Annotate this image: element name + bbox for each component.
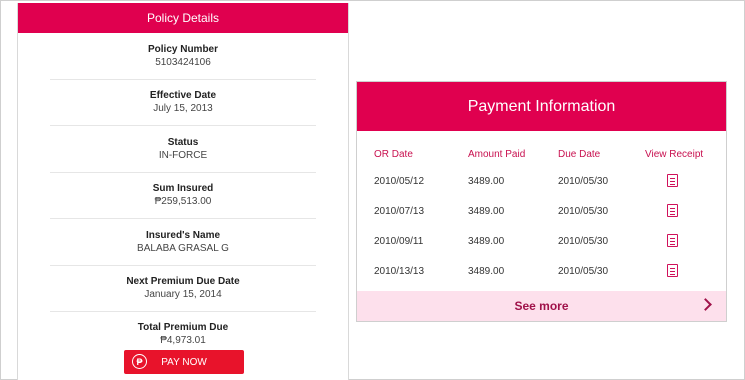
field-value: IN-FORCE (158, 149, 208, 161)
see-more-label: See more (514, 299, 569, 313)
or-date-cell: 2010/07/13 (374, 206, 425, 217)
next-premium-due-date-field: Next Premium Due Date January 15, 2014 (50, 266, 316, 312)
insured-name-field: Insured's Name BALABA GRASAL G (50, 219, 316, 266)
field-label: Total Premium Due (137, 322, 229, 333)
field-value: July 15, 2013 (153, 103, 213, 115)
payment-information-title: Payment Information (467, 97, 616, 115)
pay-now-button[interactable]: ₱ PAY NOW (124, 350, 244, 374)
field-value: 5103424106 (155, 56, 211, 68)
effective-date-field: Effective Date July 15, 2013 (50, 80, 316, 126)
receipt-icon[interactable] (667, 174, 678, 187)
or-date-cell: 2010/13/13 (374, 266, 425, 277)
field-value: January 15, 2014 (144, 289, 222, 301)
chevron-right-icon (699, 298, 712, 311)
receipt-icon[interactable] (667, 264, 678, 277)
pay-now-label: PAY NOW (161, 356, 207, 368)
column-header-view-receipt: View Receipt (645, 149, 704, 160)
policy-details-header: Policy Details (18, 3, 348, 33)
payment-information-card: Payment Information OR Date Amount Paid … (356, 81, 727, 322)
amount-paid-cell: 3489.00 (468, 206, 505, 217)
field-label: Next Premium Due Date (126, 276, 240, 288)
receipt-icon[interactable] (667, 204, 678, 217)
amount-paid-cell: 3489.00 (468, 266, 505, 277)
column-header-due-date: Due Date (558, 149, 601, 160)
due-date-cell: 2010/05/30 (558, 236, 609, 247)
sum-insured-field: Sum Insured ₱259,513.00 (50, 173, 316, 219)
column-header-or-date: OR Date (374, 149, 413, 160)
field-label: Effective Date (149, 90, 217, 102)
receipt-icon[interactable] (667, 234, 678, 247)
peso-icon: ₱ (132, 354, 147, 369)
status-field: Status IN-FORCE (50, 126, 316, 173)
due-date-cell: 2010/05/30 (558, 266, 609, 277)
field-label: Sum Insured (152, 183, 214, 195)
policy-details-panel: Policy Details Policy Number 5103424106 … (17, 3, 349, 380)
due-date-cell: 2010/05/30 (558, 176, 609, 187)
payment-information-header: Payment Information (357, 82, 726, 131)
or-date-cell: 2010/05/12 (374, 176, 425, 187)
field-label: Policy Number (147, 43, 219, 55)
or-date-cell: 2010/09/11 (374, 236, 424, 247)
policy-number-field: Policy Number 5103424106 (50, 33, 316, 80)
field-label: Status (167, 136, 199, 148)
field-value: ₱4,973.01 (160, 335, 206, 346)
field-label: Insured's Name (145, 229, 221, 241)
policy-details-title: Policy Details (146, 11, 220, 25)
field-value: BALABA GRASAL G (137, 242, 229, 254)
field-value: ₱259,513.00 (154, 196, 212, 208)
due-date-cell: 2010/05/30 (558, 206, 609, 217)
amount-paid-cell: 3489.00 (468, 176, 505, 187)
amount-paid-cell: 3489.00 (468, 236, 505, 247)
see-more-button[interactable]: See more (357, 291, 726, 321)
column-header-amount-paid: Amount Paid (468, 149, 526, 160)
